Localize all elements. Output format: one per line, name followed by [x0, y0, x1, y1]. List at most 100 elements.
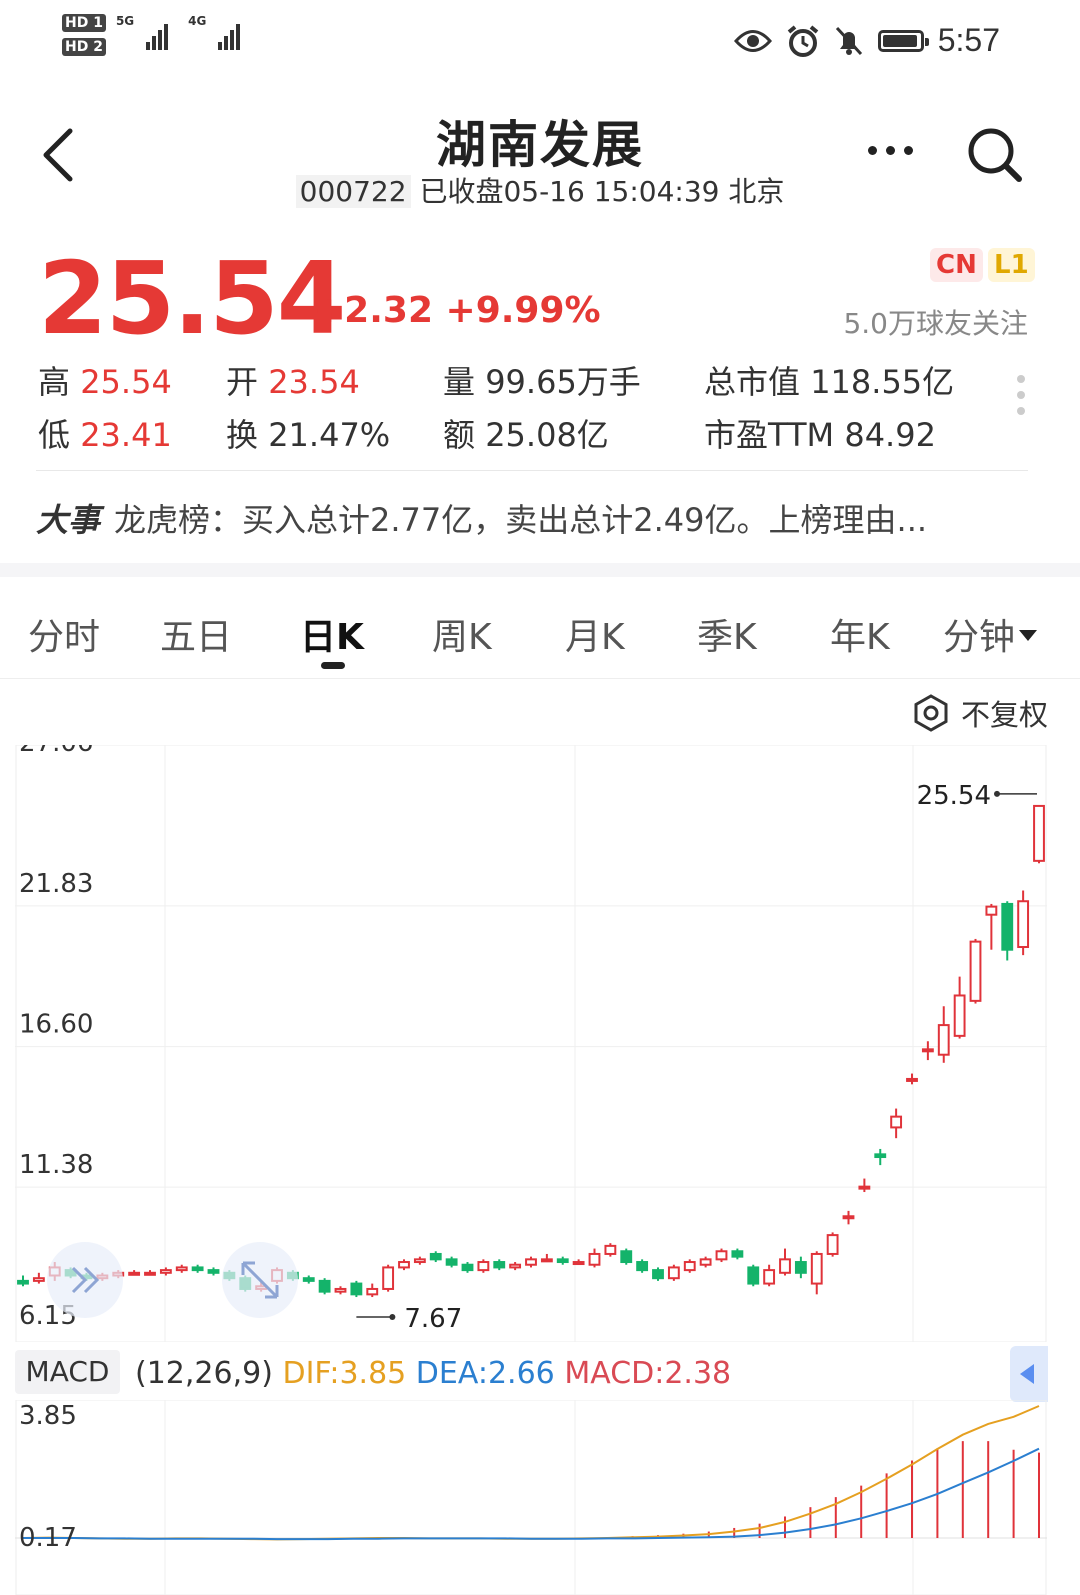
stat-turnover-label: 换 — [226, 416, 259, 454]
sim1-hd-icon: HD 1 — [62, 14, 106, 32]
sim-indicators: HD 1 HD 2 — [62, 14, 106, 56]
candle-up — [683, 1261, 696, 1272]
candle-up — [842, 1215, 855, 1220]
tab-minute[interactable]: 分钟 — [943, 608, 1038, 660]
stat-amount-label: 额 — [443, 416, 476, 454]
macd-dea: DEA:2.66 — [415, 1356, 555, 1391]
tab-quarterly-k[interactable]: 季K — [697, 608, 757, 660]
candle-up — [1033, 804, 1045, 862]
last-price: 25.54 — [38, 240, 346, 357]
tab-daily-k[interactable]: 日K — [300, 608, 364, 660]
candle-up — [985, 905, 998, 916]
tab-intraday[interactable]: 分时 — [28, 608, 100, 660]
candle-up — [715, 1250, 728, 1261]
candle-down — [556, 1258, 569, 1264]
section-separator — [0, 563, 1080, 577]
signal2-icon — [218, 20, 241, 50]
stat-low: 低 23.41 — [38, 410, 172, 456]
candle-up — [890, 1115, 903, 1129]
candle-down — [17, 1279, 29, 1285]
candle-up — [953, 994, 966, 1037]
candle-up — [477, 1261, 490, 1272]
followers-count[interactable]: 5.0万球友关注 — [843, 302, 1028, 342]
event-tag: 大事 — [36, 501, 101, 539]
expand-chart-button[interactable] — [222, 1242, 298, 1318]
clock: 5:57 — [937, 22, 1000, 58]
macd-dif: DIF:3.85 — [282, 1356, 407, 1391]
candle-up — [937, 1024, 950, 1056]
l1-badge[interactable]: L1 — [988, 248, 1035, 282]
macd-chart[interactable]: 3.85 0.17 — [15, 1400, 1047, 1595]
tab-five-day[interactable]: 五日 — [160, 608, 232, 660]
candle-up — [969, 940, 982, 1002]
quote-stats: 高 25.54 低 23.41 开 23.54 换 21.47% 量 99.65… — [38, 357, 1038, 457]
stat-mktcap: 总市值 118.55亿 — [704, 357, 954, 403]
indicator-selector[interactable]: MACD — [15, 1350, 120, 1394]
y-tick-label: 27.06 — [19, 745, 93, 758]
chart-period-tabs: 分时 五日 日K 周K 月K 季K 年K 分钟 — [0, 600, 1080, 680]
tab-yearly-k[interactable]: 年K — [830, 608, 890, 660]
candle-up — [509, 1263, 522, 1269]
candle-down — [1001, 902, 1014, 951]
y-tick-label: 11.38 — [19, 1150, 93, 1180]
candle-down — [461, 1263, 474, 1272]
stock-header: 湖南发展 000722 已收盘05-16 15:04:39 北京 — [0, 95, 1080, 220]
candle-down — [350, 1282, 363, 1296]
active-tab-indicator — [321, 662, 345, 669]
macd-values: (12,26,9) DIF:3.85 DEA:2.66 MACD:2.38 — [135, 1356, 731, 1391]
stats-expand-button[interactable] — [1017, 375, 1029, 423]
candle-up — [334, 1287, 347, 1293]
candle-up — [175, 1266, 188, 1272]
kline-chart[interactable]: 27.0621.8316.6011.386.1525.547.67 — [15, 745, 1047, 1342]
stat-open-label: 开 — [226, 363, 259, 401]
stat-volume-value: 99.65万手 — [485, 363, 641, 401]
candle-up — [699, 1258, 712, 1266]
status-left: HD 1 HD 2 5G 4G — [62, 14, 241, 56]
min-price-dot — [389, 1314, 396, 1321]
eye-icon — [733, 29, 772, 52]
tab-weekly-k[interactable]: 周K — [432, 608, 492, 660]
stat-turnover: 换 21.47% — [226, 410, 390, 456]
search-button[interactable] — [965, 125, 1025, 185]
stat-pe-value: 84.92 — [844, 416, 936, 454]
candle-up — [159, 1269, 172, 1274]
stat-volume-label: 量 — [443, 363, 476, 401]
candle-down — [874, 1153, 887, 1159]
candle-down — [318, 1279, 331, 1293]
stat-high-value: 25.54 — [80, 363, 172, 401]
stat-mktcap-value: 118.55亿 — [810, 363, 955, 401]
more-dot-icon — [886, 145, 895, 155]
status-right: 5:57 — [733, 22, 1000, 59]
stat-open-value: 23.54 — [268, 363, 360, 401]
candle-up — [763, 1269, 776, 1285]
adjust-mode-button[interactable]: 不复权 — [911, 692, 1048, 734]
stat-pe-label: 市盈TTM — [704, 416, 835, 454]
candle-up — [1017, 900, 1030, 949]
event-banner[interactable]: 大事 龙虎榜：买入总计2.77亿，卖出总计2.49亿。上榜理由... — [36, 495, 1036, 541]
stat-volume: 量 99.65万手 — [443, 357, 641, 403]
scroll-left-button[interactable] — [47, 1242, 123, 1318]
quote-panel: 25.54 +2.32 +9.99% CN L1 5.0万球友关注 高 25.5… — [0, 240, 1080, 480]
candle-up — [779, 1258, 791, 1274]
cn-badge[interactable]: CN — [930, 248, 983, 282]
mute-icon — [835, 26, 862, 55]
macd-tick-label: 0.17 — [19, 1523, 77, 1553]
tabs-divider — [0, 678, 1080, 679]
candle-up — [413, 1258, 426, 1264]
stat-open: 开 23.54 — [226, 357, 360, 403]
collapse-indicator-button[interactable] — [1010, 1346, 1048, 1402]
battery-icon — [877, 29, 929, 52]
candle-up — [667, 1266, 680, 1280]
candle-down — [191, 1266, 204, 1272]
more-button[interactable] — [868, 135, 928, 165]
candle-down — [747, 1266, 760, 1285]
divider — [36, 470, 1028, 471]
tab-monthly-k[interactable]: 月K — [565, 608, 625, 660]
stock-code: 000722 — [295, 175, 411, 208]
chevron-down-icon — [1019, 629, 1038, 641]
candle-up — [810, 1252, 823, 1285]
candle-up — [588, 1252, 601, 1266]
candle-up — [128, 1271, 141, 1276]
stat-amount: 额 25.08亿 — [443, 410, 609, 456]
macd-params: (12,26,9) — [135, 1356, 273, 1391]
